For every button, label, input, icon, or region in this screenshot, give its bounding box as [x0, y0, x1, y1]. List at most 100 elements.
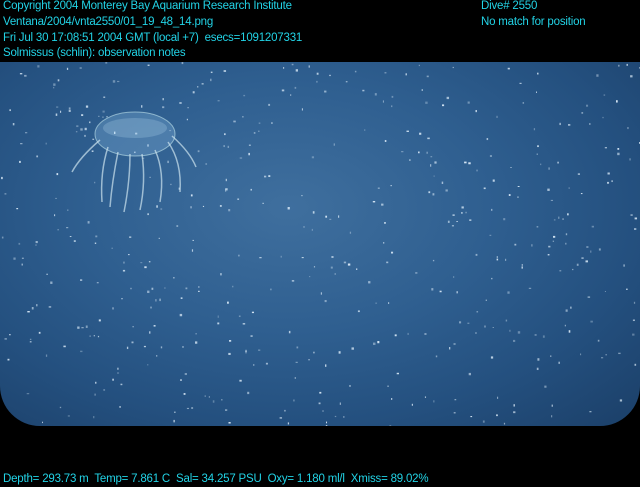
snow-particle [121, 298, 123, 300]
snow-particle [533, 128, 536, 131]
snow-particle [430, 156, 433, 158]
snow-particle [50, 281, 53, 284]
snow-particle [343, 416, 345, 418]
snow-particle [129, 236, 132, 238]
snow-particle [603, 94, 606, 96]
snow-particle [68, 107, 71, 110]
snow-particle [565, 233, 568, 236]
snow-particle [195, 341, 198, 344]
snow-particle [434, 161, 437, 164]
snow-particle [536, 367, 539, 371]
snow-particle [339, 402, 341, 405]
snow-particle [112, 378, 114, 381]
snow-particle [247, 391, 250, 395]
jellyfish-solmissus [71, 111, 197, 213]
snow-particle [91, 150, 94, 152]
snow-particle [202, 205, 205, 207]
snow-particle [433, 400, 435, 403]
snow-particle [492, 327, 495, 329]
snow-particle [67, 415, 70, 417]
snow-particle [308, 65, 310, 68]
snow-particle [492, 179, 495, 182]
snow-particle [626, 288, 628, 290]
snow-particle [117, 367, 119, 370]
snow-particle [227, 301, 229, 304]
snow-particle [180, 297, 183, 299]
snow-particle [228, 209, 231, 212]
snow-particle [537, 145, 539, 148]
snow-particle [377, 187, 380, 189]
snow-particle [496, 414, 498, 417]
snow-particle [190, 194, 193, 197]
snow-particle [181, 62, 184, 65]
snow-particle [147, 290, 150, 294]
snow-particle [156, 355, 158, 357]
snow-particle [313, 351, 315, 354]
snow-particle [534, 334, 537, 336]
snow-particle [377, 341, 380, 344]
snow-particle [284, 409, 286, 412]
snow-particle [496, 115, 498, 118]
snow-particle [489, 234, 492, 236]
snow-particle [407, 332, 409, 335]
datetime-text: Fri Jul 30 17:08:51 2004 GMT (local +7) … [3, 32, 303, 44]
snow-particle [384, 72, 387, 74]
snow-particle [418, 151, 420, 154]
snow-particle [368, 281, 371, 284]
snow-particle [20, 143, 23, 145]
snow-particle [217, 315, 219, 318]
snow-particle [270, 288, 272, 291]
snow-particle [225, 188, 228, 191]
snow-particle [581, 257, 584, 259]
snow-particle [205, 163, 208, 165]
snow-particle [475, 253, 478, 256]
snow-particle [162, 106, 165, 109]
snow-particle [468, 162, 471, 165]
snow-particle [97, 335, 100, 338]
snow-particle [326, 421, 328, 424]
snow-particle [179, 313, 183, 317]
snow-particle [293, 399, 295, 402]
snow-particle [476, 311, 479, 313]
snow-particle [204, 395, 206, 397]
snow-particle [356, 268, 358, 270]
snow-particle [446, 96, 450, 100]
snow-particle [147, 364, 149, 366]
snow-particle [634, 228, 637, 230]
snow-particle [268, 103, 271, 106]
snow-particle [53, 83, 56, 86]
snow-particle [542, 335, 545, 338]
snow-particle [80, 128, 83, 131]
snow-particle [308, 359, 310, 361]
snow-particle [93, 416, 95, 419]
dive-number: Dive# 2550 [481, 0, 538, 12]
snow-particle [18, 242, 21, 245]
snow-particle [128, 254, 130, 256]
snow-particle [349, 231, 352, 234]
snow-particle [550, 199, 554, 201]
snow-particle [9, 109, 11, 112]
snow-particle [601, 357, 604, 359]
snow-particle [301, 108, 303, 111]
snow-particle [184, 373, 187, 376]
snow-particle [258, 122, 261, 124]
snow-particle [630, 214, 633, 216]
snow-particle [607, 181, 610, 184]
snow-particle [96, 282, 99, 284]
snow-particle [570, 306, 572, 309]
snow-particle [475, 110, 477, 113]
snow-particle [301, 257, 304, 259]
snow-particle [329, 74, 331, 77]
snow-particle [55, 113, 58, 116]
snow-particle [182, 346, 184, 348]
snow-particle [484, 325, 486, 328]
snow-particle [320, 292, 323, 295]
snow-particle [521, 264, 523, 266]
snow-particle [153, 325, 156, 327]
snow-particle [386, 261, 389, 264]
snow-particle [519, 82, 522, 84]
snow-particle [238, 315, 241, 318]
snow-particle [279, 417, 283, 419]
snow-particle [617, 152, 620, 156]
snow-particle [76, 125, 79, 128]
